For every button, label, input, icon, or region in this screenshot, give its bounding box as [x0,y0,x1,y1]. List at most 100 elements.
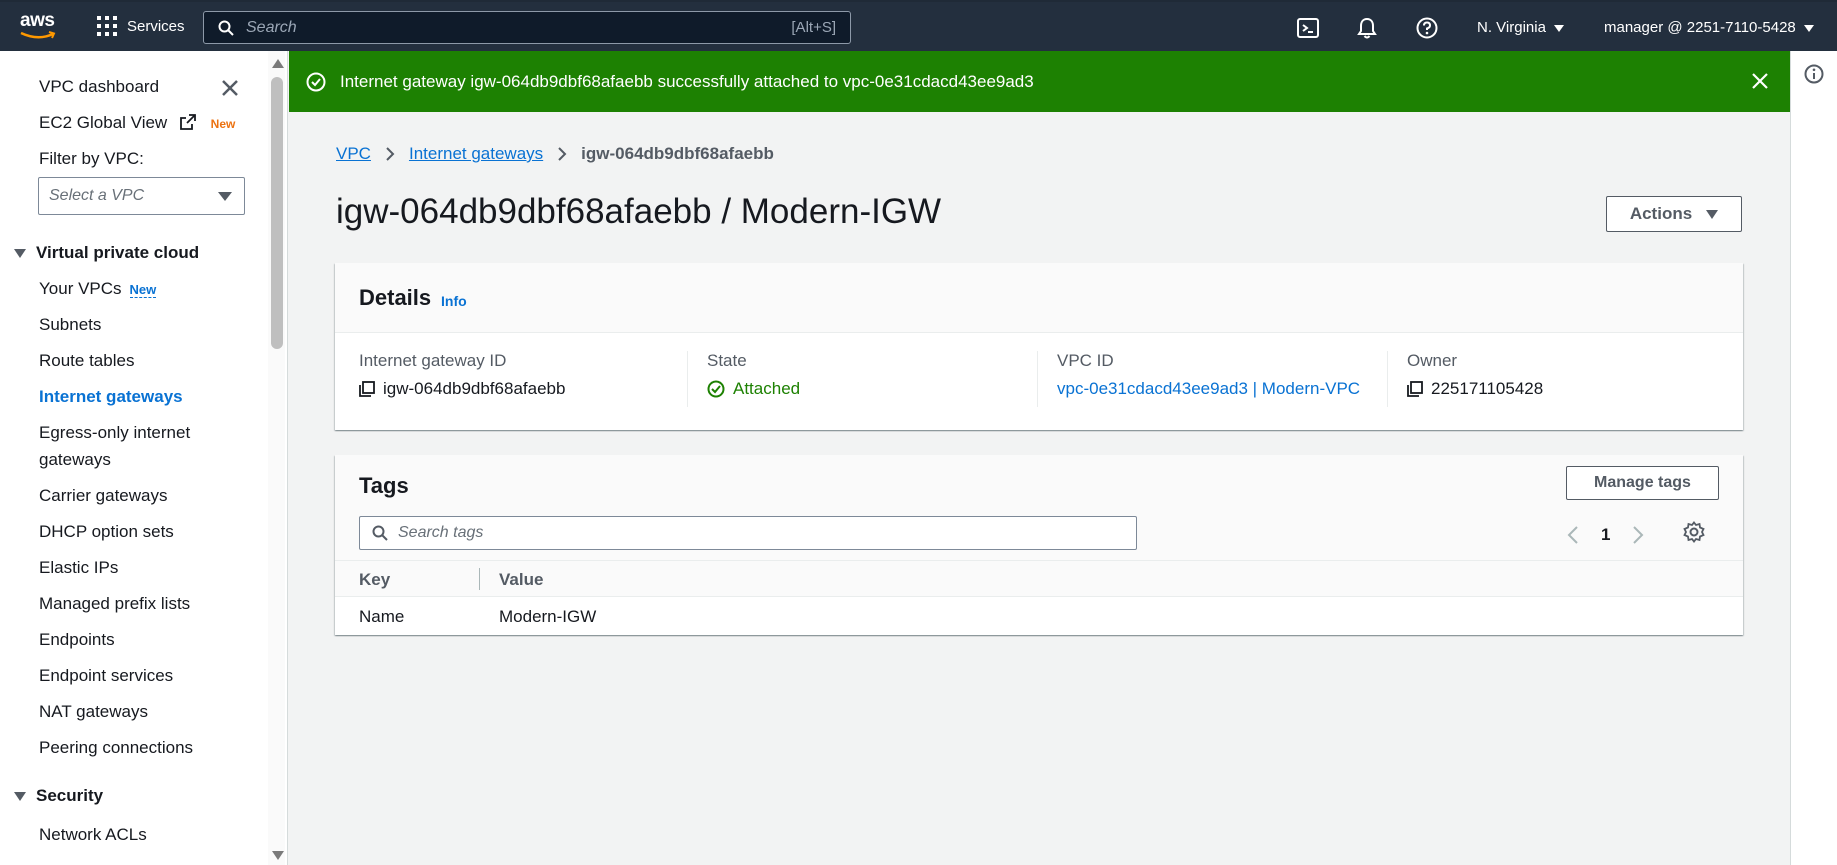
column-header-value[interactable]: Value [499,570,543,590]
tags-header: Tags Manage tags Search tags 1 [335,455,1743,560]
tags-search-input[interactable]: Search tags [359,516,1137,550]
sidebar-item-nat-gateways[interactable]: NAT gateways [39,698,148,725]
sidebar-item-route-tables[interactable]: Route tables [39,347,134,374]
sidebar-item-endpoint-services[interactable]: Endpoint services [39,662,173,689]
tags-heading: Tags [359,473,409,498]
caret-down-icon [1553,24,1564,32]
filter-by-vpc-label: Filter by VPC: [39,149,144,168]
scrollbar-thumb[interactable] [271,77,283,349]
success-check-icon [707,380,725,398]
chevron-right-icon [558,147,567,161]
scroll-up-arrow[interactable] [272,59,284,68]
aws-logo[interactable]: aws [20,11,62,43]
column-resizer[interactable] [479,568,480,590]
scroll-down-arrow[interactable] [272,851,284,860]
tag-value-cell: Modern-IGW [499,607,597,626]
chevron-right-icon[interactable] [1632,526,1644,544]
column-divider [687,351,688,407]
breadcrumb-current: igw-064db9dbf68afaebb [581,144,774,163]
sidebar-item-subnets[interactable]: Subnets [39,311,101,338]
top-navigation: aws Services Search [Alt+S] N. Virginia … [0,0,1837,51]
page-number[interactable]: 1 [1601,525,1610,545]
chevron-left-icon[interactable] [1567,526,1579,544]
services-menu-button[interactable]: Services [97,16,185,36]
sidebar: VPC dashboard EC2 Global View New Filter… [0,51,288,865]
caret-down-icon [1803,24,1814,32]
success-check-icon [306,72,326,91]
search-icon [372,525,388,541]
sidebar-item-vpc-dashboard[interactable]: VPC dashboard [39,73,159,100]
column-divider [1037,351,1038,407]
manage-tags-button[interactable]: Manage tags [1566,466,1719,500]
section-virtual-private-cloud[interactable]: Virtual private cloud [14,243,199,263]
sidebar-item-label: Your VPCs [39,279,122,298]
owner-label: Owner [1407,351,1458,370]
sidebar-item-your-vpcs[interactable]: Your VPCs New [39,275,157,303]
vpc-filter-placeholder: Select a VPC [49,187,145,204]
info-link[interactable]: Info [441,293,467,309]
sidebar-item-network-acls[interactable]: Network ACLs [39,821,147,848]
sidebar-item-ec2-global-view[interactable]: EC2 Global View New [39,109,235,138]
breadcrumb: VPC Internet gateways igw-064db9dbf68afa… [336,144,774,164]
section-security[interactable]: Security [14,786,103,806]
vpc-filter-select[interactable]: Select a VPC [38,177,245,215]
gear-icon[interactable] [1683,521,1705,543]
sidebar-item-endpoints[interactable]: Endpoints [39,626,115,653]
sidebar-item-peering-connections[interactable]: Peering connections [39,734,193,761]
details-heading: Details [359,285,432,310]
pagination: 1 [1567,525,1644,545]
igw-id-field: Internet gateway ID igw-064db9dbf68afaeb… [359,351,565,399]
owner-field: Owner 225171105428 [1407,351,1543,399]
caret-down-icon [1706,209,1719,219]
main-content: Internet gateway igw-064db9dbf68afaebb s… [289,51,1790,865]
global-search-input[interactable]: Search [Alt+S] [203,11,851,44]
flash-message: Internet gateway igw-064db9dbf68afaebb s… [340,71,1034,91]
sidebar-item-dhcp-option-sets[interactable]: DHCP option sets [39,518,174,545]
right-tools-rail [1790,51,1837,865]
vpc-id-field: VPC ID vpc-0e31cdacd43ee9ad3 | Modern-VP… [1057,351,1360,399]
igw-id-label: Internet gateway ID [359,351,507,370]
collapse-caret-icon [14,792,26,802]
search-placeholder: Search [246,18,297,36]
details-panel: Details Info Internet gateway ID igw-064… [335,263,1743,430]
bell-icon[interactable] [1355,16,1379,40]
tag-key-cell: Name [359,607,405,626]
breadcrumb-vpc-link[interactable]: VPC [336,144,371,164]
actions-button[interactable]: Actions [1606,196,1742,232]
copy-icon[interactable] [1407,381,1423,397]
chevron-right-icon [386,147,395,161]
vpc-id-link[interactable]: vpc-0e31cdacd43ee9ad3 | Modern-VPC [1057,379,1360,399]
aws-logo-text: aws [20,10,55,31]
tags-search-placeholder: Search tags [398,524,484,541]
details-header: Details Info [335,263,1743,333]
column-header-key[interactable]: Key [359,570,390,590]
info-icon[interactable] [1804,64,1824,84]
sidebar-item-egress-only-internet-gateways[interactable]: Egress-only internet gateways [39,419,239,473]
aws-smile-icon [20,31,56,39]
account-menu[interactable]: manager @ 2251-7110-5428 [1604,19,1814,36]
dismiss-close-icon[interactable] [1750,71,1770,91]
copy-icon[interactable] [359,381,375,397]
actions-label: Actions [1629,204,1693,223]
region-selector[interactable]: N. Virginia [1477,19,1564,36]
state-text: Attached [733,379,801,398]
help-icon[interactable] [1415,16,1439,40]
sidebar-item-internet-gateways[interactable]: Internet gateways [39,383,183,410]
new-badge[interactable]: New [129,282,157,298]
state-label: State [707,351,747,370]
page-title: igw-064db9dbf68afaebb / Modern-IGW [336,192,942,231]
igw-id-text: igw-064db9dbf68afaebb [383,379,566,398]
state-field: State Attached [707,351,800,399]
account-label: manager @ 2251-7110-5428 [1604,19,1796,36]
sidebar-item-elastic-ips[interactable]: Elastic IPs [39,554,118,581]
close-icon[interactable] [220,78,240,98]
tags-table-header: Key Value [335,560,1743,597]
grid-icon [97,16,117,36]
sidebar-item-carrier-gateways[interactable]: Carrier gateways [39,482,168,509]
search-shortcut-hint: [Alt+S] [791,19,836,36]
breadcrumb-internet-gateways-link[interactable]: Internet gateways [409,144,543,164]
sidebar-item-managed-prefix-lists[interactable]: Managed prefix lists [39,590,190,617]
section-label: Security [36,786,104,805]
new-badge: New [210,117,236,131]
cloudshell-icon[interactable] [1296,16,1320,40]
